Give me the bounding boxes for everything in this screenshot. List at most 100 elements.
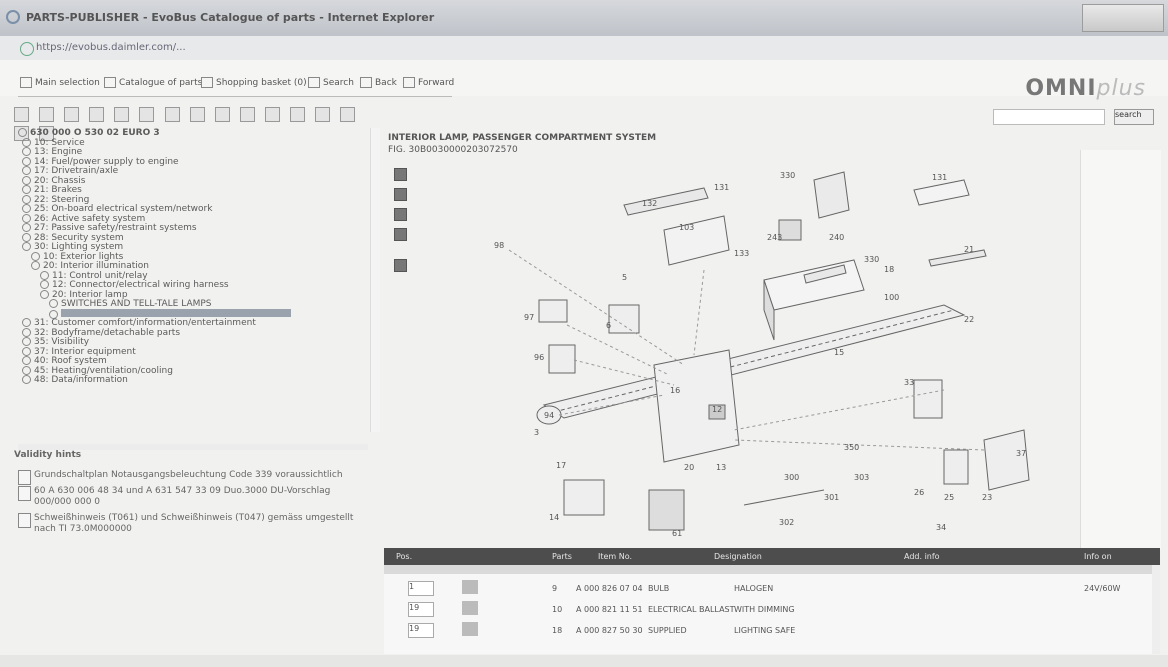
validity-item[interactable]: Grundschaltplan Notausgangsbeleuchtung C… xyxy=(18,470,368,485)
catalogue-tree: 630 000 O 530 02 EURO 3 10: Service 13: E… xyxy=(18,128,370,444)
tree-node[interactable]: 20: Interior lamp xyxy=(18,289,370,300)
table-row[interactable]: 19 18 A 000 827 50 30 SUPPLIED LIGHTING SAFE xyxy=(384,620,1160,640)
rewind-icon[interactable] xyxy=(114,107,130,122)
tree-node[interactable]: 10: Service xyxy=(18,137,370,147)
tree-node-label: 25: On-board electrical system/network xyxy=(34,204,213,214)
tree-node-label: 20: Interior illumination xyxy=(43,261,149,271)
tree-node[interactable]: 20: Chassis xyxy=(18,175,370,185)
svg-text:26: 26 xyxy=(914,488,924,497)
tree-node[interactable]: 31: Customer comfort/information/enterta… xyxy=(18,318,370,328)
exploded-parts-diagram[interactable]: 132 131 103 133 330 240 243 131 98 5 6 97 96 94 3 … xyxy=(384,150,1084,548)
part-image-icon[interactable] xyxy=(462,622,478,636)
quantity-input[interactable]: 19 xyxy=(408,602,434,617)
prev-icon[interactable] xyxy=(89,107,105,122)
tree-node[interactable]: SWITCHES AND TELL-TALE LAMPS xyxy=(18,299,370,309)
tree-node-icon xyxy=(22,223,31,232)
collapse-icon[interactable] xyxy=(39,107,55,122)
part-image-icon[interactable] xyxy=(462,601,478,615)
info-icon[interactable] xyxy=(394,259,407,272)
menu-forward[interactable]: Forward xyxy=(403,77,454,88)
tree-node[interactable]: 14: Fuel/power supply to engine xyxy=(18,156,370,166)
parts-table-scrollbar[interactable] xyxy=(1152,565,1160,654)
tree-node[interactable]: 10: Exterior lights xyxy=(18,251,370,261)
tree-node[interactable]: 27: Passive safety/restraint systems xyxy=(18,223,370,233)
print-icon[interactable] xyxy=(394,228,407,241)
tree-root[interactable]: 630 000 O 530 02 EURO 3 xyxy=(18,128,370,138)
fit-icon[interactable] xyxy=(394,208,407,221)
menu-back[interactable]: Back xyxy=(360,77,397,88)
expand-icon[interactable] xyxy=(14,107,29,122)
address-url[interactable]: https://evobus.daimler.com/... xyxy=(36,42,1146,53)
menu-divider xyxy=(18,96,452,97)
tree-node-label: 27: Passive safety/restraint systems xyxy=(34,223,197,233)
tree-node-icon xyxy=(40,270,49,280)
tree-node[interactable]: 21: Brakes xyxy=(18,185,370,195)
tree-node[interactable]: 35: Visibility xyxy=(18,337,370,347)
settings-icon[interactable] xyxy=(315,107,331,122)
col-designation[interactable]: Designation xyxy=(714,552,762,561)
tree-node[interactable]: 30: Lighting system xyxy=(18,242,370,252)
tree-node[interactable]: 40: Roof system xyxy=(18,356,370,366)
svg-text:132: 132 xyxy=(642,199,657,208)
back-icon[interactable] xyxy=(214,107,230,122)
col-item-no[interactable]: Item No. xyxy=(598,552,632,561)
tree-node[interactable]: 11: Control unit/relay xyxy=(18,270,370,280)
quantity-input[interactable]: 1 xyxy=(408,581,434,596)
table-row[interactable]: 1 9 A 000 826 07 04 BULB HALOGEN 24V/60W xyxy=(384,578,1160,598)
zoom-in-icon[interactable] xyxy=(164,107,180,122)
svg-text:22: 22 xyxy=(964,315,974,324)
tree-node-icon xyxy=(22,175,31,185)
col-parts[interactable]: Parts xyxy=(552,552,572,561)
first-icon[interactable] xyxy=(64,107,80,122)
tree-node[interactable]: 13: Engine xyxy=(18,147,370,157)
tree-node[interactable]: 32: Bodyframe/detachable parts xyxy=(18,327,370,338)
tree-node-icon xyxy=(22,213,31,223)
tree-node-icon xyxy=(22,346,31,356)
col-info-on[interactable]: Info on xyxy=(1084,552,1112,561)
copy-icon[interactable] xyxy=(290,107,306,122)
search-select[interactable]: search xyxy=(1114,108,1154,125)
tree-node[interactable]: 48: Data/information xyxy=(18,375,370,385)
window-controls[interactable] xyxy=(1082,4,1164,32)
tree-node[interactable]: 28: Security system xyxy=(18,232,370,242)
table-row[interactable]: 19 10 A 000 821 11 51 ELECTRICAL BALLAST WIT… xyxy=(384,599,1160,619)
menu-search[interactable]: Search xyxy=(308,77,354,88)
quantity-input[interactable]: 19 xyxy=(408,623,434,638)
part-image-icon[interactable] xyxy=(462,580,478,594)
zoom-in-icon[interactable] xyxy=(394,168,407,181)
svg-text:98: 98 xyxy=(494,241,504,250)
tree-node[interactable]: 25: On-board electrical system/network xyxy=(18,204,370,214)
browser-icon xyxy=(6,10,20,24)
menu-main-selection[interactable]: Main selection xyxy=(20,77,100,88)
tree-node-label: 13: Engine xyxy=(34,147,83,157)
menu-shopping-basket[interactable]: Shopping basket (0) xyxy=(201,77,307,88)
next-icon[interactable] xyxy=(239,107,255,122)
tree-node-label: 20: Interior lamp xyxy=(52,289,128,300)
tree-vertical-scrollbar[interactable] xyxy=(370,128,380,432)
fast-forward-icon[interactable] xyxy=(139,107,155,122)
zoom-out-icon[interactable] xyxy=(189,107,205,122)
search-input[interactable] xyxy=(992,108,1105,125)
filter-icon[interactable] xyxy=(340,107,356,122)
tree-node[interactable]: 17: Drivetrain/axle xyxy=(18,166,370,176)
tree-node[interactable]: 37: Interior equipment xyxy=(18,346,370,356)
tree-node[interactable]: 12: Connector/electrical wiring harness xyxy=(18,280,370,290)
address-bar[interactable]: https://evobus.daimler.com/... xyxy=(0,36,1168,61)
tree-node[interactable]: 45: Heating/ventilation/cooling xyxy=(18,365,370,375)
tree-node[interactable]: 22: Steering xyxy=(18,194,370,204)
tree-node[interactable] xyxy=(18,308,370,319)
validity-item[interactable]: 60 A 630 006 48 34 und A 631 547 33 09 D… xyxy=(18,486,368,508)
tree-node[interactable]: 26: Active safety system xyxy=(18,213,370,223)
cell-pos: 10 xyxy=(552,605,563,614)
menu-catalogue-of-parts[interactable]: Catalogue of parts xyxy=(104,77,202,88)
tree-node-label: 32: Bodyframe/detachable parts xyxy=(34,327,181,338)
zoom-out-icon[interactable] xyxy=(394,188,407,201)
svg-text:61: 61 xyxy=(672,529,682,538)
col-pos[interactable]: Pos. xyxy=(396,552,412,561)
cart-icon xyxy=(201,77,213,88)
tree-node[interactable]: 20: Interior illumination xyxy=(18,261,370,271)
cell-part-number: A 000 826 07 04 xyxy=(576,584,643,593)
validity-item[interactable]: Schweißhinweis (T061) und Schweißhinweis… xyxy=(18,513,368,535)
print-icon[interactable] xyxy=(264,107,280,122)
col-add-info[interactable]: Add. info xyxy=(904,552,940,561)
